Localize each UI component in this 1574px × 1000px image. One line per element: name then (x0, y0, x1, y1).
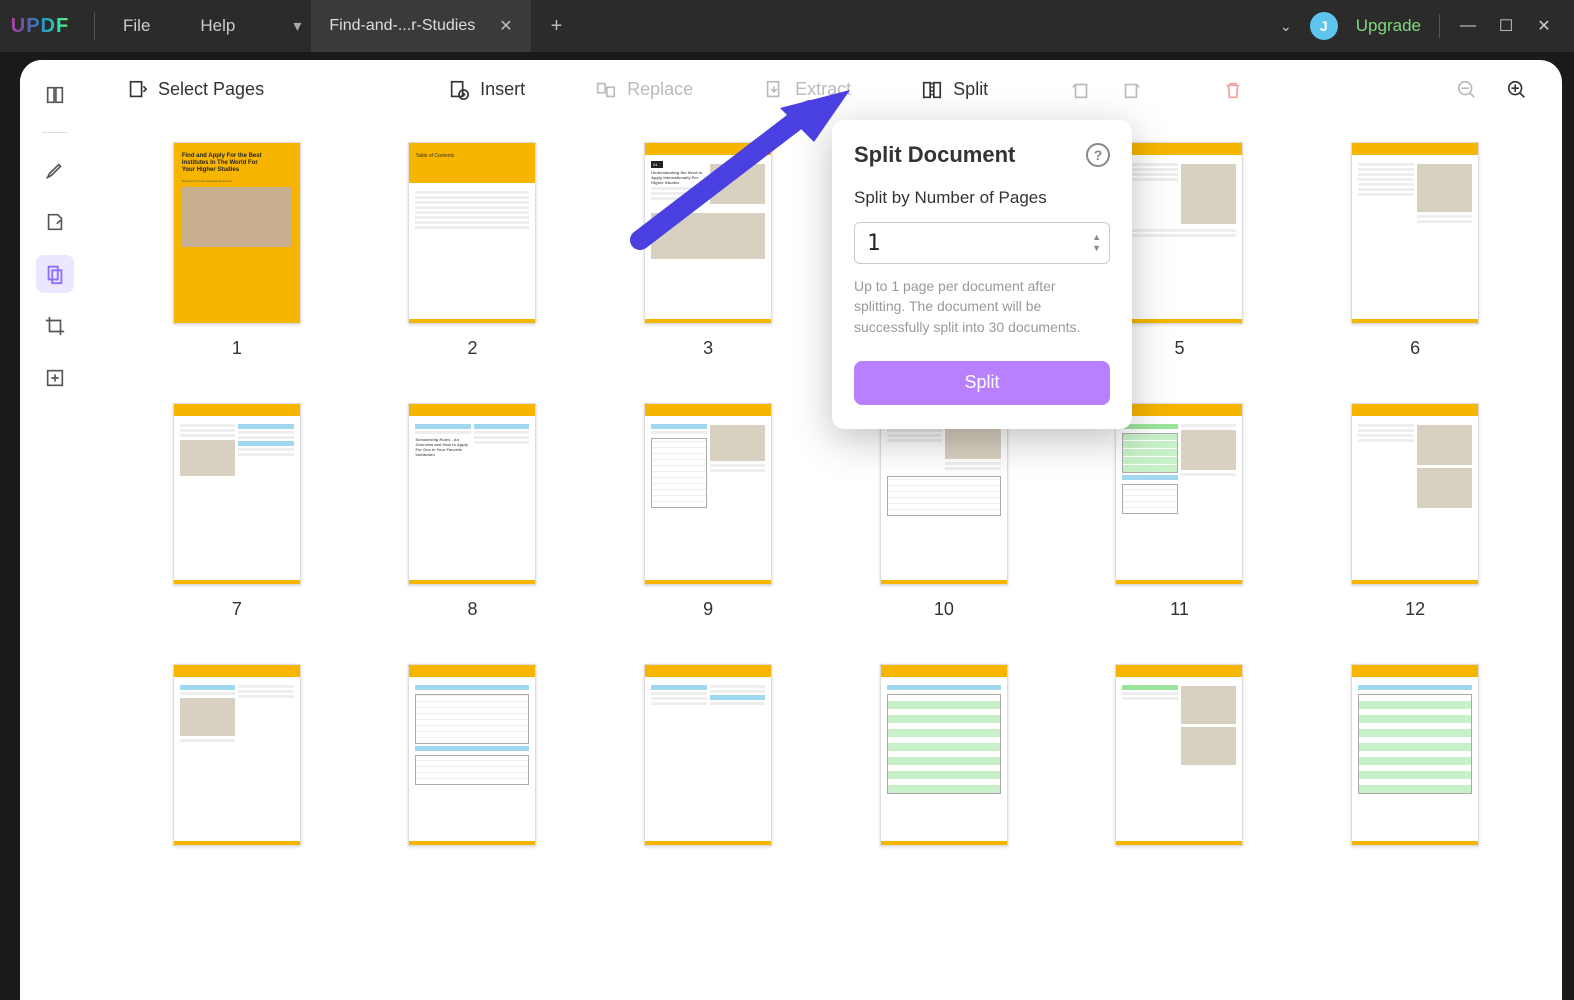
sidebar (20, 60, 90, 1000)
crop-icon[interactable] (36, 307, 74, 345)
step-down-icon[interactable]: ▼ (1092, 244, 1101, 253)
page-thumb[interactable]: 6 (1328, 142, 1502, 359)
split-help-text: Up to 1 page per document after splittin… (854, 276, 1110, 337)
page-thumb[interactable]: 01Understanding the Need to Apply Intern… (621, 142, 795, 359)
insert-button[interactable]: Insert (438, 73, 535, 107)
zoom-in-icon[interactable] (1498, 73, 1536, 107)
maximize-button[interactable]: ☐ (1496, 16, 1516, 36)
replace-button[interactable]: Replace (585, 73, 703, 107)
page-number: 2 (467, 338, 477, 359)
page-thumb[interactable]: Table of Contents2 (386, 142, 560, 359)
organize-pages-icon[interactable] (36, 255, 74, 293)
split-confirm-button[interactable]: Split (854, 361, 1110, 405)
page-number: 5 (1174, 338, 1184, 359)
menubar: File Help (109, 16, 235, 36)
page-number: 9 (703, 599, 713, 620)
insert-label: Insert (480, 79, 525, 100)
page-thumb[interactable]: 9 (621, 403, 795, 620)
stepper[interactable]: ▲▼ (1092, 233, 1101, 253)
avatar[interactable]: J (1310, 12, 1338, 40)
select-pages-button[interactable]: Select Pages (116, 73, 274, 107)
pages-per-doc-input[interactable] (867, 231, 1079, 256)
page-thumb[interactable] (1093, 664, 1267, 846)
help-icon[interactable]: ? (1086, 143, 1110, 167)
page-number: 12 (1405, 599, 1425, 620)
replace-label: Replace (627, 79, 693, 100)
page-number: 8 (467, 599, 477, 620)
split-popover: Split Document ? Split by Number of Page… (832, 120, 1132, 429)
minimize-button[interactable]: — (1458, 17, 1478, 35)
window-controls: ⌄ J Upgrade — ☐ ✕ (1280, 12, 1574, 40)
menu-help[interactable]: Help (200, 16, 235, 36)
app-frame: Select Pages Insert Replace Extract Spli… (20, 60, 1562, 1000)
page-thumb[interactable]: 10 (857, 403, 1031, 620)
divider (1439, 14, 1440, 38)
select-pages-label: Select Pages (158, 79, 264, 100)
page-thumb[interactable]: Scholarship Rules - An Overview and How … (386, 403, 560, 620)
menu-file[interactable]: File (123, 16, 150, 36)
highlighter-icon[interactable] (36, 151, 74, 189)
split-button[interactable]: Split (911, 73, 998, 107)
app-logo: UPDF (0, 15, 80, 38)
delete-icon[interactable] (1214, 73, 1252, 107)
page-thumb[interactable] (386, 664, 560, 846)
extract-label: Extract (795, 79, 851, 100)
zoom-out-icon[interactable] (1448, 73, 1486, 107)
rotate-right-icon[interactable] (1112, 73, 1150, 107)
page-thumb[interactable]: 11 (1093, 403, 1267, 620)
thumbnail-grid: Find and Apply For the BestInstitutes In… (150, 142, 1502, 846)
content-area: Select Pages Insert Replace Extract Spli… (90, 60, 1562, 1000)
thumbnail-grid-wrap[interactable]: Find and Apply For the BestInstitutes In… (90, 120, 1562, 1000)
split-label: Split (953, 79, 988, 100)
close-button[interactable]: ✕ (1534, 16, 1554, 36)
separator (42, 132, 68, 133)
rotate-left-icon[interactable] (1062, 73, 1100, 107)
page-number: 7 (232, 599, 242, 620)
tools-icon[interactable] (36, 359, 74, 397)
popover-title: Split Document (854, 142, 1015, 168)
upgrade-link[interactable]: Upgrade (1356, 16, 1421, 36)
page-number: 10 (934, 599, 954, 620)
titlebar: UPDF File Help ▾ Find-and-...r-Studies ✕… (0, 0, 1574, 52)
page-thumb[interactable] (150, 664, 324, 846)
extract-button[interactable]: Extract (753, 73, 861, 107)
step-up-icon[interactable]: ▲ (1092, 233, 1101, 242)
page-number: 11 (1170, 599, 1189, 620)
toolbar: Select Pages Insert Replace Extract Spli… (90, 60, 1562, 120)
page-number: 3 (703, 338, 713, 359)
tab-title: Find-and-...r-Studies (329, 17, 475, 35)
reader-mode-icon[interactable] (36, 76, 74, 114)
document-tab[interactable]: Find-and-...r-Studies ✕ (311, 0, 530, 52)
tab-blank[interactable]: ▾ (275, 0, 311, 52)
page-thumb[interactable] (1328, 664, 1502, 846)
pages-per-doc-field[interactable]: ▲▼ (854, 222, 1110, 264)
page-number: 1 (232, 338, 242, 359)
tab-strip: ▾ Find-and-...r-Studies ✕ + (275, 0, 1280, 52)
chevron-down-icon[interactable]: ⌄ (1280, 18, 1292, 35)
page-thumb[interactable]: Find and Apply For the BestInstitutes In… (150, 142, 324, 359)
tab-close-icon[interactable]: ✕ (499, 16, 512, 36)
page-thumb[interactable] (621, 664, 795, 846)
page-number: 6 (1410, 338, 1420, 359)
edit-icon[interactable] (36, 203, 74, 241)
page-thumb[interactable]: 12 (1328, 403, 1502, 620)
divider (94, 12, 95, 40)
page-thumb[interactable]: 7 (150, 403, 324, 620)
new-tab-icon[interactable]: + (551, 15, 563, 38)
page-thumb[interactable] (857, 664, 1031, 846)
split-by-label: Split by Number of Pages (854, 188, 1110, 208)
